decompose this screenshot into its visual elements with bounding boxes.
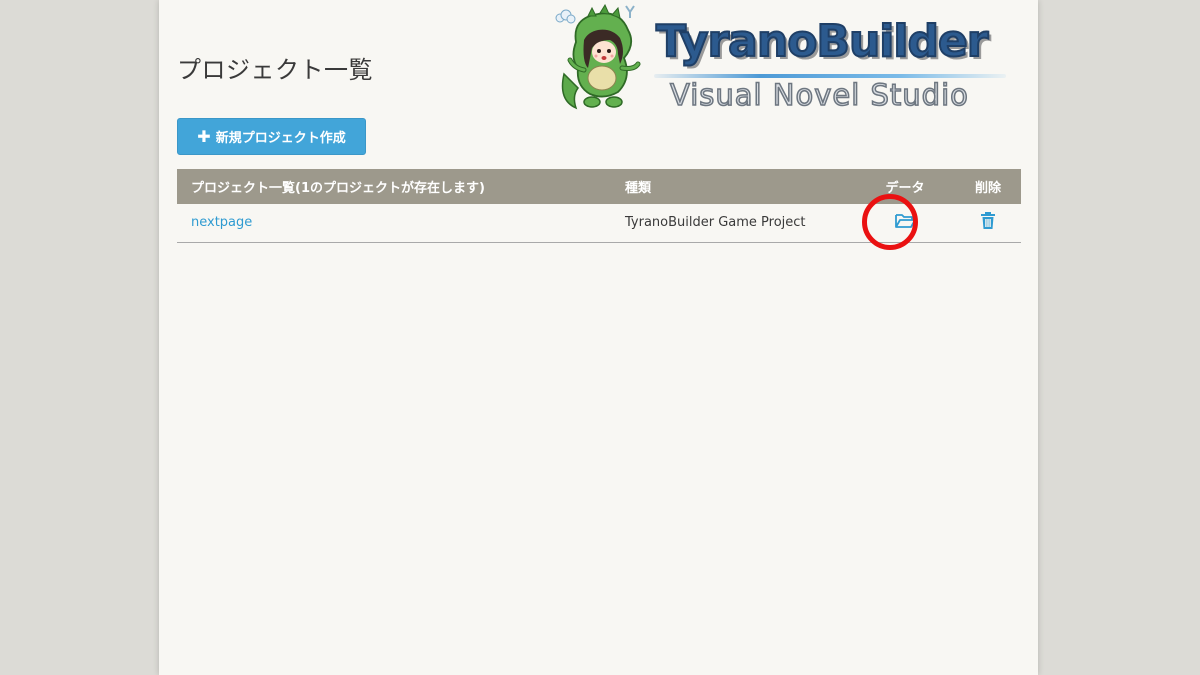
project-table: プロジェクト一覧(1のプロジェクトが存在します) 種類 データ 削除 nextp… <box>177 169 1021 243</box>
new-project-button-label: 新規プロジェクト作成 <box>215 131 346 146</box>
logo-subtitle: Visual Novel Studio <box>669 77 969 113</box>
project-link[interactable]: nextpage <box>191 215 252 230</box>
new-project-button[interactable]: ✚ 新規プロジェクト作成 <box>177 118 366 155</box>
header-data: データ <box>885 181 925 196</box>
dinosaur-mascot-icon <box>555 4 641 110</box>
header-type: 種類 <box>625 181 652 196</box>
main-panel: プロジェクト一覧 TyranoBuilder Visual Novel Stud… <box>159 0 1038 675</box>
plus-icon: ✚ <box>197 126 211 146</box>
tyranobuilder-logo: TyranoBuilder Visual Novel Studio <box>554 4 1014 116</box>
logo-title: TyranoBuilder <box>655 15 989 68</box>
folder-open-icon[interactable] <box>894 212 916 234</box>
table-header-row: プロジェクト一覧(1のプロジェクトが存在します) 種類 データ 削除 <box>177 169 1021 204</box>
project-type: TyranoBuilder Game Project <box>625 215 806 231</box>
header-delete: 削除 <box>974 181 1001 196</box>
table-row: nextpage TyranoBuilder Game Project <box>177 204 1021 242</box>
page-title: プロジェクト一覧 <box>177 56 373 85</box>
trash-icon[interactable] <box>980 211 996 234</box>
header-project-list: プロジェクト一覧(1のプロジェクトが存在します) <box>191 181 485 196</box>
